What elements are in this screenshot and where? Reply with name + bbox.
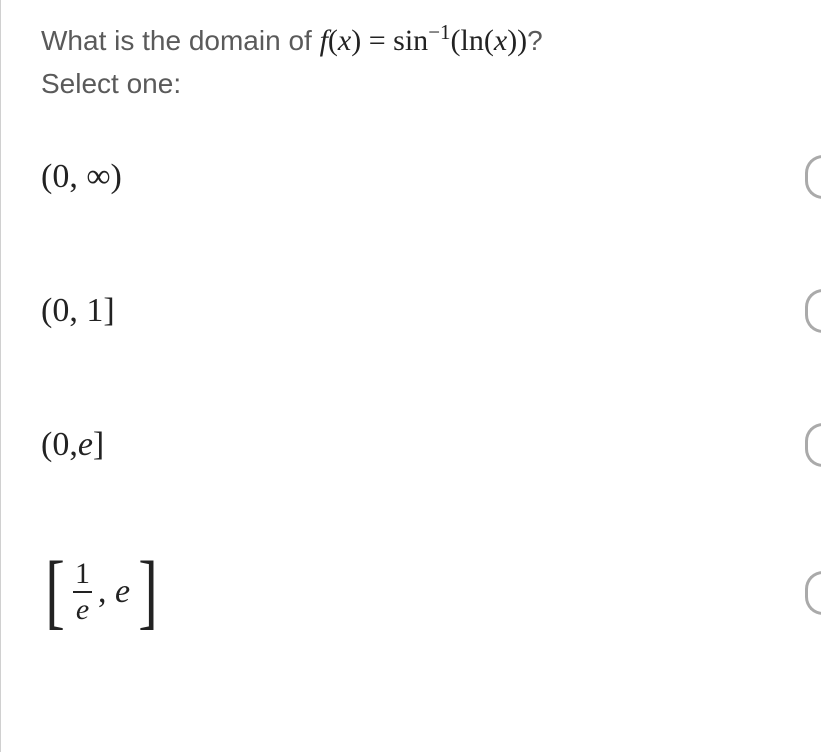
radio-icon[interactable] xyxy=(805,289,821,333)
open-ln: (ln( xyxy=(451,24,494,57)
option-d-label: [ 1 e , e ] xyxy=(41,557,162,628)
option-a-label: (0, ∞) xyxy=(41,158,122,196)
question-math: f(x) = sin−1(ln(x)) xyxy=(320,24,528,57)
var-x: x xyxy=(338,24,351,57)
radio-icon[interactable] xyxy=(805,423,821,467)
question-container: What is the domain of f(x) = sin−1(ln(x)… xyxy=(0,0,821,752)
right-bracket-icon: ] xyxy=(138,558,158,625)
var-x-2: x xyxy=(494,24,507,57)
option-c-label: (0,e] xyxy=(41,426,104,464)
question-prefix: What is the domain of xyxy=(41,25,320,56)
option-b-label: (0, 1] xyxy=(41,292,115,330)
question-text: What is the domain of f(x) = sin−1(ln(x)… xyxy=(41,18,821,62)
select-one-label: Select one: xyxy=(41,68,821,100)
close-paren: )) xyxy=(507,24,527,57)
question-mark: ? xyxy=(527,25,543,56)
exp-neg1: −1 xyxy=(428,20,450,44)
option-b[interactable]: (0, 1] xyxy=(41,289,821,333)
option-d[interactable]: [ 1 e , e ] xyxy=(41,557,821,628)
sin-label: sin xyxy=(393,24,428,57)
option-c[interactable]: (0,e] xyxy=(41,423,821,467)
left-bracket-icon: [ xyxy=(45,558,65,625)
radio-icon[interactable] xyxy=(805,155,821,199)
options-list: (0, ∞) (0, 1] (0,e] // Replace option-c … xyxy=(41,155,821,628)
frac-num: 1 xyxy=(73,557,92,591)
comma-e: , e xyxy=(98,573,130,611)
frac-den: e xyxy=(74,593,91,627)
option-a[interactable]: (0, ∞) xyxy=(41,155,821,199)
fraction: 1 e xyxy=(73,557,92,627)
radio-icon[interactable] xyxy=(805,571,821,615)
func-f: f xyxy=(320,24,328,57)
